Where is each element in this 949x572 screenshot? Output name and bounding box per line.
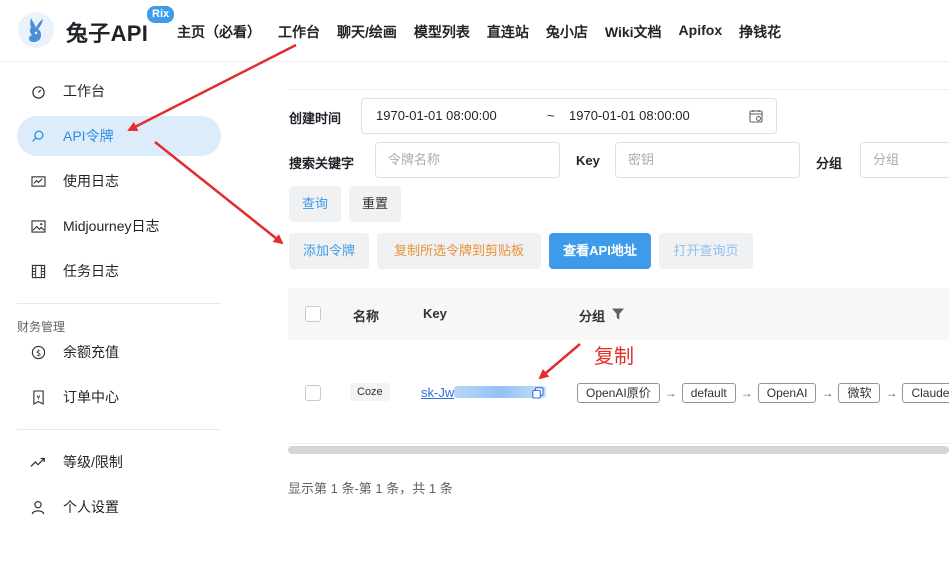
- end-time-input[interactable]: 1970-01-01 08:00:00: [569, 99, 690, 133]
- user-icon: [30, 499, 46, 515]
- sidebar-item-label: API令牌: [63, 128, 114, 144]
- rabbit-logo-icon[interactable]: [18, 12, 54, 48]
- log-icon: [30, 173, 46, 189]
- key-placeholder: 密钥: [628, 152, 655, 167]
- sidebar-item-label: 订单中心: [63, 389, 119, 405]
- arrow-right-icon: →: [664, 386, 677, 400]
- arrow-right-icon: →: [821, 386, 834, 400]
- sidebar-item-usage-log[interactable]: 使用日志: [17, 161, 221, 201]
- column-header-name: 名称: [353, 309, 380, 324]
- arrow-right-icon: →: [740, 386, 753, 400]
- film-icon: [30, 263, 46, 279]
- group-tag: 微软: [838, 383, 881, 403]
- add-token-button[interactable]: 添加令牌: [289, 233, 369, 269]
- brand-badge: Rix: [147, 6, 175, 23]
- top-nav: 主页（必看） 工作台 聊天/绘画 模型列表 直连站 兔小店 Wiki文档 Api…: [177, 22, 798, 42]
- nav-home[interactable]: 主页（必看）: [177, 22, 261, 42]
- sidebar-item-levels[interactable]: 等级/限制: [17, 442, 221, 482]
- brand-title[interactable]: 兔子API: [66, 16, 148, 48]
- date-range-picker[interactable]: 1970-01-01 08:00:00 ~ 1970-01-01 08:00:0…: [361, 98, 777, 134]
- top-header: 兔子API Rix 主页（必看） 工作台 聊天/绘画 模型列表 直连站 兔小店 …: [0, 0, 949, 62]
- copy-annotation-label: 复制: [594, 346, 634, 368]
- sidebar-item-orders[interactable]: ¥ 订单中心: [17, 377, 221, 417]
- sidebar-item-workbench[interactable]: 工作台: [17, 71, 221, 111]
- sidebar-item-label: Midjourney日志: [63, 218, 160, 234]
- main-content: 创建时间 1970-01-01 08:00:00 ~ 1970-01-01 08…: [240, 62, 949, 572]
- dashboard-icon: [30, 83, 46, 99]
- calendar-icon[interactable]: [749, 109, 763, 123]
- sidebar-item-label: 使用日志: [63, 173, 119, 189]
- nav-workbench[interactable]: 工作台: [278, 22, 320, 42]
- sidebar-item-settings[interactable]: 个人设置: [17, 487, 221, 527]
- token-name-tag: Coze: [350, 383, 390, 401]
- sidebar-item-midjourney-log[interactable]: Midjourney日志: [17, 206, 221, 246]
- sidebar-item-label: 个人设置: [63, 499, 119, 515]
- sidebar-item-label: 等级/限制: [63, 454, 123, 470]
- horizontal-scrollbar[interactable]: [288, 446, 949, 454]
- nav-direct-site[interactable]: 直连站: [487, 22, 529, 42]
- nav-earn[interactable]: 挣钱花: [739, 22, 781, 42]
- token-name-input[interactable]: 令牌名称: [375, 142, 560, 178]
- token-key-prefix: sk-Jw: [421, 385, 455, 400]
- receipt-icon: ¥: [30, 389, 46, 405]
- sidebar-divider: [17, 303, 221, 304]
- key-label: Key: [576, 153, 600, 168]
- copy-icon[interactable]: [532, 387, 544, 399]
- svg-text:¥: ¥: [36, 393, 40, 401]
- token-name-placeholder: 令牌名称: [388, 152, 441, 167]
- sidebar-item-label: 余额充值: [63, 344, 119, 360]
- group-chain: OpenAI原价 → default → OpenAI → 微软 → Claud…: [577, 383, 949, 403]
- group-placeholder: 分组: [873, 152, 900, 167]
- sidebar-item-task-log[interactable]: 任务日志: [17, 251, 221, 291]
- image-icon: [30, 218, 46, 234]
- group-tag: OpenAI原价: [577, 383, 660, 403]
- svg-text:$: $: [35, 347, 40, 357]
- token-key-link[interactable]: sk-Jw: [421, 385, 547, 400]
- view-api-address-button[interactable]: 查看API地址: [549, 233, 651, 269]
- group-select[interactable]: 分组: [860, 142, 949, 178]
- arrow-right-icon: →: [885, 386, 898, 400]
- created-time-label: 创建时间: [289, 111, 342, 126]
- table-header: 名称 Key 分组: [288, 288, 949, 340]
- nav-wiki[interactable]: Wiki文档: [605, 22, 662, 42]
- nav-model-list[interactable]: 模型列表: [414, 22, 470, 42]
- nav-shop[interactable]: 兔小店: [546, 22, 588, 42]
- column-header-key: Key: [423, 306, 447, 321]
- filter-icon[interactable]: [611, 307, 625, 321]
- nav-chat-draw[interactable]: 聊天/绘画: [337, 22, 397, 42]
- range-separator: ~: [547, 108, 555, 123]
- keyword-label: 搜索关键字: [289, 156, 355, 171]
- open-query-page-button[interactable]: 打开查询页: [659, 233, 753, 269]
- sidebar-item-label: 任务日志: [63, 263, 119, 279]
- sidebar-item-api-tokens[interactable]: API令牌: [17, 116, 221, 156]
- nav-apifox[interactable]: Apifox: [679, 22, 723, 42]
- start-time-input[interactable]: 1970-01-01 08:00:00: [376, 99, 497, 133]
- sidebar-item-topup[interactable]: $ 余额充值: [17, 332, 221, 372]
- group-tag: Claude: [902, 383, 949, 403]
- query-button[interactable]: 查询: [289, 186, 341, 222]
- content-divider: [288, 89, 949, 90]
- sidebar: 工作台 API令牌 使用日志 Midjourney日志 任务日志 财务管理 $ …: [0, 62, 240, 572]
- trend-icon: [30, 454, 46, 470]
- group-label: 分组: [816, 156, 843, 171]
- sidebar-item-label: 工作台: [63, 83, 105, 99]
- column-header-group: 分组: [579, 309, 606, 324]
- reset-button[interactable]: 重置: [349, 186, 401, 222]
- pagination-summary: 显示第 1 条-第 1 条，共 1 条: [288, 481, 453, 496]
- search-icon: [30, 128, 46, 144]
- select-all-checkbox[interactable]: [305, 306, 321, 322]
- sidebar-divider: [17, 429, 221, 430]
- dollar-icon: $: [30, 344, 46, 360]
- copy-selected-button[interactable]: 复制所选令牌到剪贴板: [377, 233, 541, 269]
- group-tag: OpenAI: [757, 383, 817, 403]
- row-checkbox[interactable]: [305, 385, 321, 401]
- key-input[interactable]: 密钥: [615, 142, 800, 178]
- group-tag: default: [681, 383, 736, 403]
